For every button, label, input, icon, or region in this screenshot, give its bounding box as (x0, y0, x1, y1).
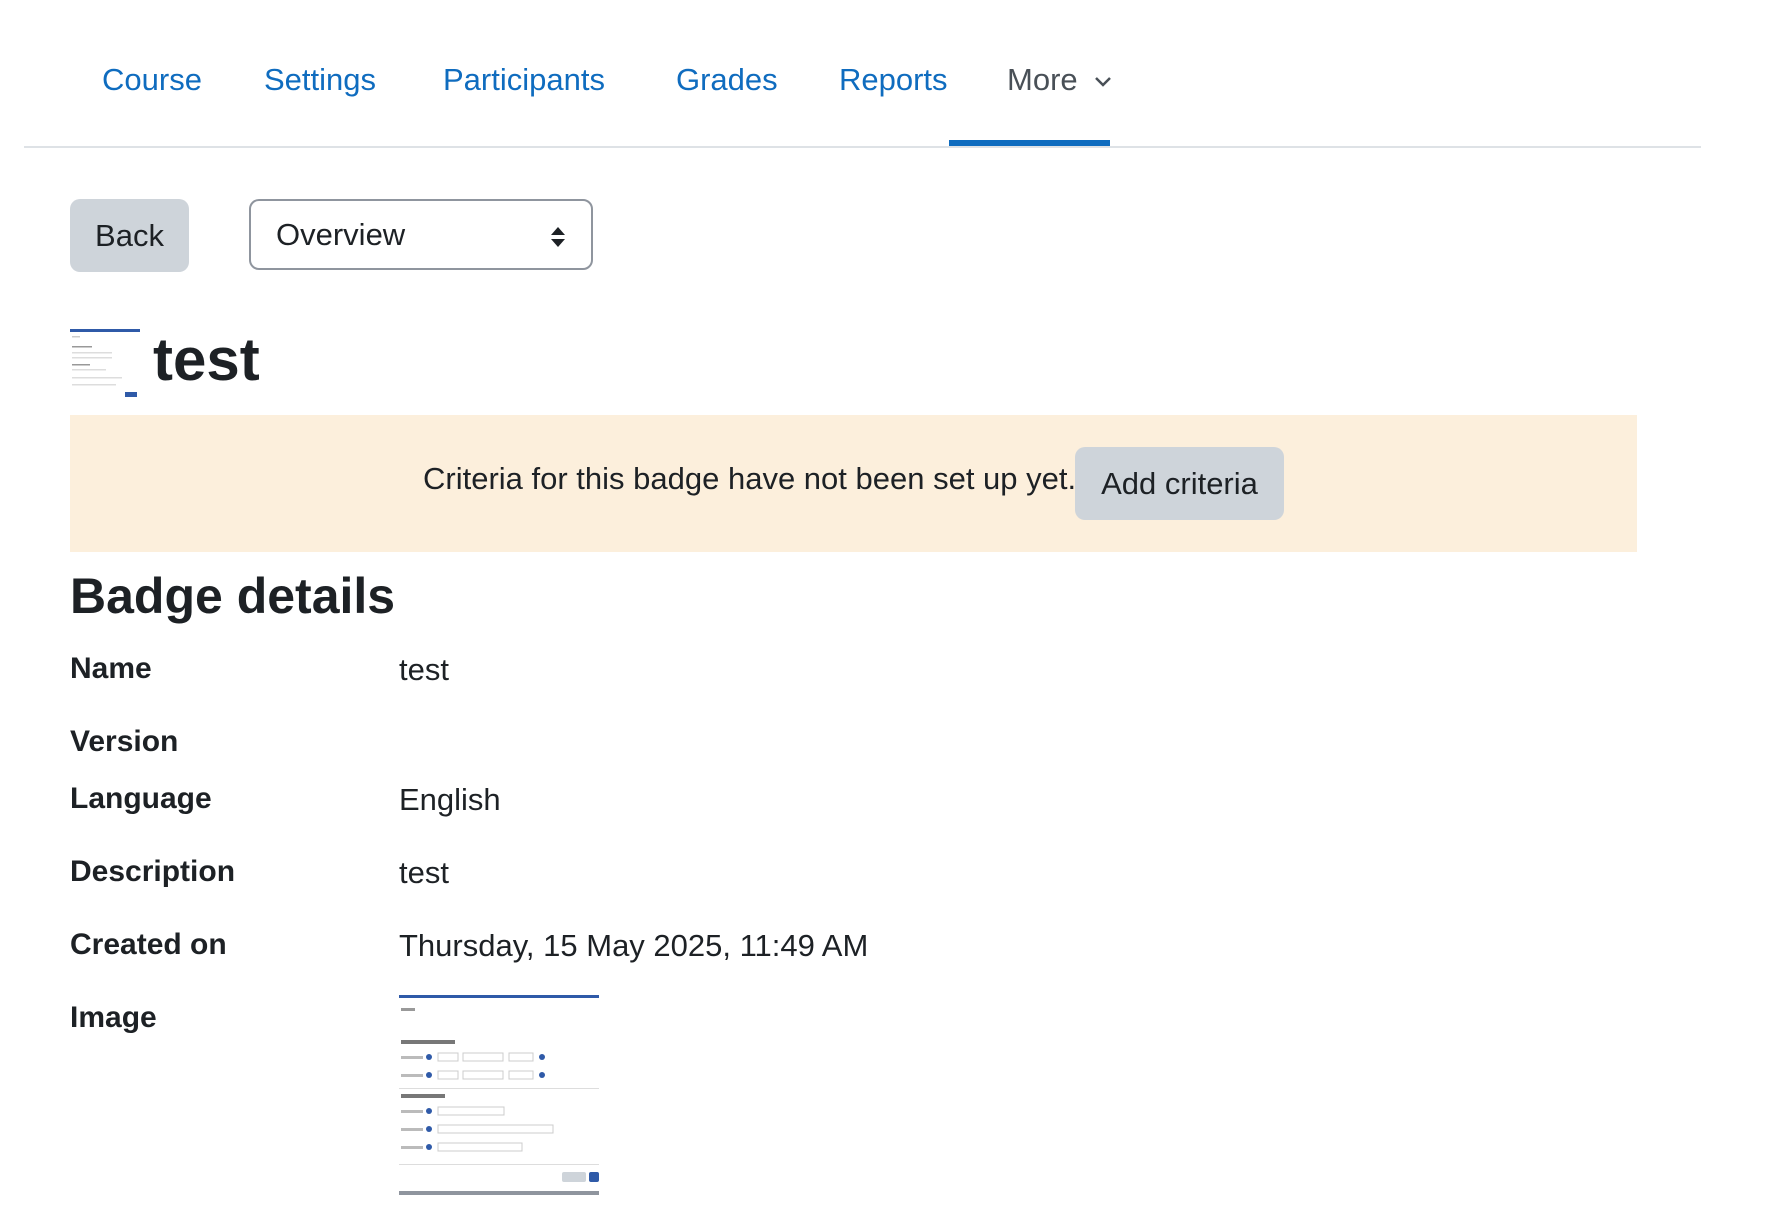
badge-page-select[interactable]: Overview (249, 199, 593, 270)
tab-more-label: More (1007, 62, 1078, 97)
page-title: test (153, 326, 260, 393)
version-label: Version (70, 725, 179, 758)
tab-reports[interactable]: Reports (839, 62, 948, 98)
sort-arrows-icon (551, 227, 565, 247)
language-label: Language (70, 782, 212, 815)
chevron-down-icon (1095, 76, 1112, 87)
badge-image (399, 995, 599, 1195)
tab-course[interactable]: Course (102, 62, 202, 98)
add-criteria-button[interactable]: Add criteria (1075, 447, 1284, 520)
select-value: Overview (276, 216, 406, 252)
created-on-value: Thursday, 15 May 2025, 11:49 AM (399, 928, 869, 963)
tab-settings[interactable]: Settings (264, 62, 376, 98)
badge-image-preview (72, 336, 137, 397)
back-button[interactable]: Back (70, 199, 189, 272)
tab-participants[interactable]: Participants (443, 62, 605, 98)
active-tab-indicator (949, 140, 1110, 146)
badge-image-thumbnail (70, 329, 140, 399)
language-value: English (399, 782, 501, 817)
alert-message: Criteria for this badge have not been se… (423, 461, 1077, 496)
description-value: test (399, 855, 449, 890)
description-label: Description (70, 855, 236, 888)
created-on-label: Created on (70, 928, 227, 961)
secondary-navigation: Course Settings Participants Grades Repo… (24, 0, 1701, 148)
tab-grades[interactable]: Grades (676, 62, 778, 98)
tab-more[interactable]: More (1007, 62, 1112, 98)
badge-details-heading: Badge details (70, 568, 396, 624)
criteria-alert: Criteria for this badge have not been se… (70, 415, 1637, 552)
name-label: Name (70, 652, 152, 685)
name-value: test (399, 652, 449, 687)
image-label: Image (70, 1001, 157, 1034)
badge-image-screenshot (399, 1008, 599, 1182)
